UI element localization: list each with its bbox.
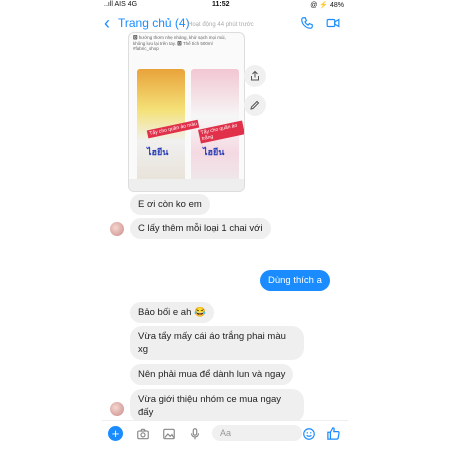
brand-left: ไฮยีน: [147, 147, 169, 157]
avatar[interactable]: [110, 402, 124, 416]
phone-icon[interactable]: [300, 16, 314, 35]
message-bubble-sent[interactable]: Dùng thích a: [260, 270, 330, 291]
microphone-icon[interactable]: [188, 427, 202, 441]
battery-status: @ ⚡ 48%: [310, 2, 344, 9]
chevron-left-icon[interactable]: ‹: [104, 14, 110, 32]
post-caption: 🅾 hướng thơm nhẹ nhàng, khử sạch mọi mùi…: [133, 35, 226, 51]
plus-icon[interactable]: +: [108, 426, 123, 441]
share-icon[interactable]: [244, 65, 266, 87]
back-to-home-link[interactable]: Trang chủ (4): [118, 16, 190, 30]
avatar[interactable]: [110, 222, 124, 236]
message-input[interactable]: Aa: [212, 425, 302, 441]
message-bubble[interactable]: E ơi còn ko em: [130, 194, 210, 215]
active-status: Hoạt động 44 phút trước: [188, 22, 254, 28]
emoji-icon[interactable]: [302, 427, 316, 441]
clock: 11:52: [212, 1, 230, 8]
video-icon[interactable]: [326, 16, 340, 35]
message-bubble[interactable]: Vừa tẩy mấy cái áo trắng phai màu xg: [130, 326, 304, 360]
carrier-signal: ..ıll AIS 4G: [104, 1, 138, 8]
image-icon[interactable]: [162, 427, 176, 441]
post-footer: [129, 179, 244, 191]
like-icon[interactable]: [326, 426, 341, 441]
message-bubble[interactable]: Vừa giới thiệu nhóm ce mua ngay đấy: [130, 389, 304, 423]
message-composer: + Aa: [102, 420, 348, 447]
message-bubble[interactable]: C lấy thêm mỗi loại 1 chai với: [130, 218, 271, 239]
message-bubble[interactable]: Bảo bối e ah 😂: [130, 302, 214, 323]
message-bubble[interactable]: Nên phải mua để dành lun và ngay: [130, 364, 294, 385]
brand-right: ไฮยีน: [203, 147, 225, 157]
status-bar: ..ıll AIS 4G 11:52 @ ⚡ 48%: [102, 0, 348, 10]
camera-icon[interactable]: [136, 427, 150, 441]
edit-icon[interactable]: [244, 94, 266, 116]
shared-post-card[interactable]: 🅾 hướng thơm nhẹ nhàng, khử sạch mọi mùi…: [128, 32, 245, 192]
